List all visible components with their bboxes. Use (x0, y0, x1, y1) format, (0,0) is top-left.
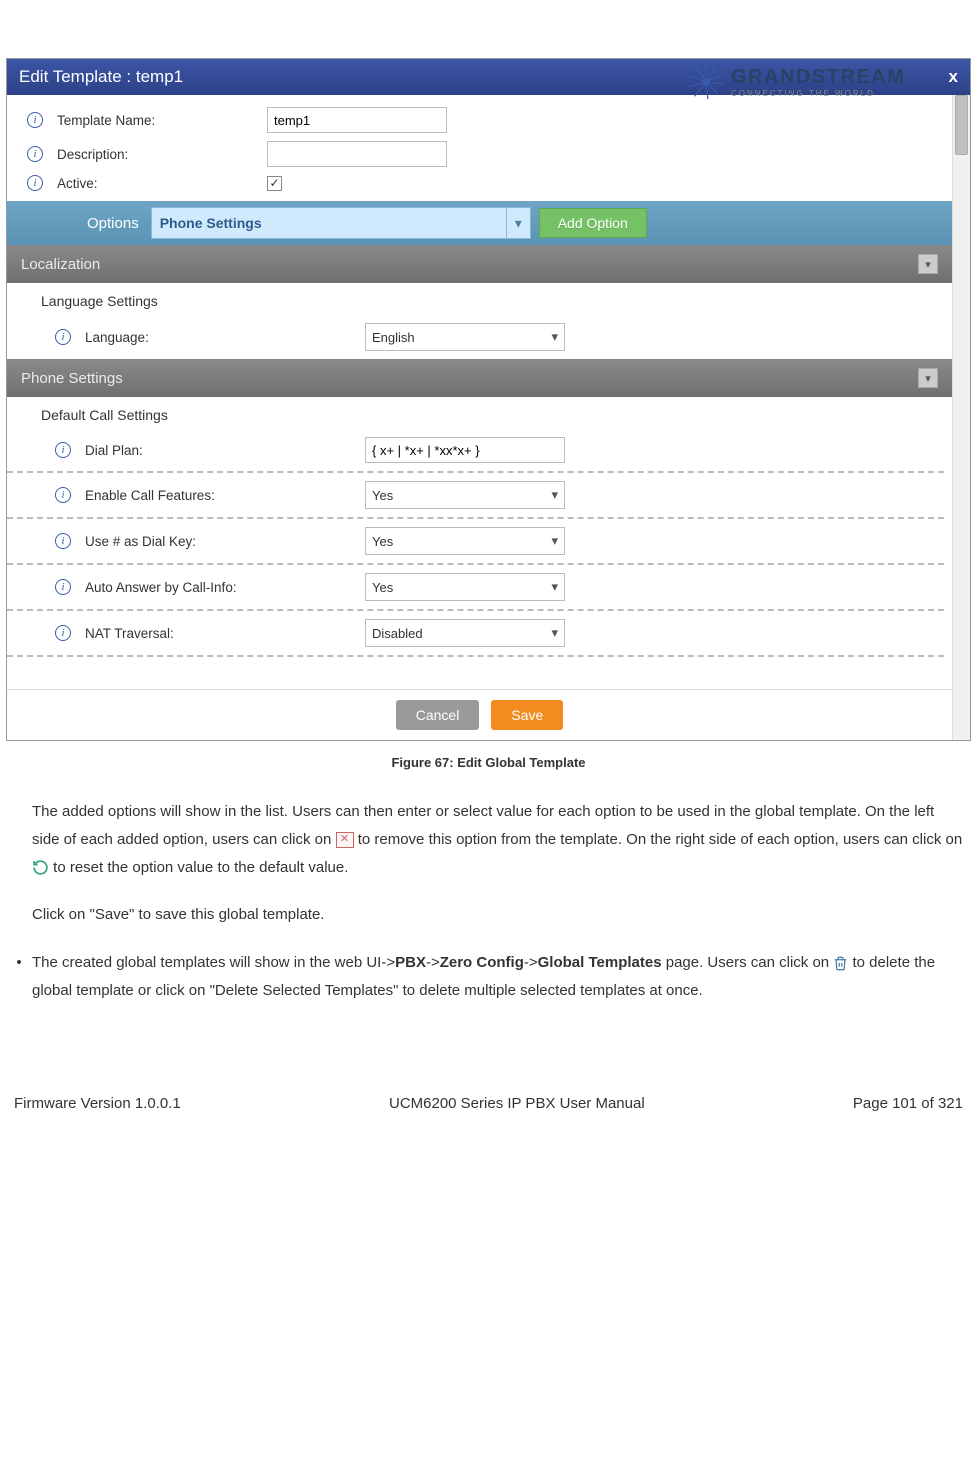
dial-plan-label: Dial Plan: (85, 443, 365, 458)
language-settings-subheader: Language Settings (7, 283, 952, 315)
auto-answer-select[interactable]: Yes ▾ (365, 573, 565, 601)
brand-name: GRANDSTREAM (731, 66, 905, 89)
trash-icon (833, 955, 848, 972)
info-icon[interactable]: i (55, 625, 71, 641)
dialog-footer: Cancel Save (7, 689, 952, 740)
template-name-input[interactable] (267, 107, 447, 133)
remove-option-icon: ✕ (336, 832, 354, 848)
brand-logo-mark (687, 63, 725, 101)
localization-section-header: Localization ▾ (7, 245, 952, 283)
enable-call-features-row: i Enable Call Features: Yes ▾ (7, 473, 944, 519)
info-icon[interactable]: i (55, 487, 71, 503)
localization-title: Localization (21, 256, 100, 273)
bullet-paragraph: • The created global templates will show… (0, 949, 977, 1005)
description-row: i Description: (7, 137, 952, 171)
save-button[interactable]: Save (491, 700, 563, 730)
dialog-title-text: Edit Template : temp1 (19, 67, 183, 87)
options-label: Options (87, 215, 139, 232)
cancel-button[interactable]: Cancel (396, 700, 480, 730)
info-icon[interactable]: i (27, 112, 43, 128)
auto-answer-label: Auto Answer by Call-Info: (85, 580, 365, 595)
info-icon[interactable]: i (55, 579, 71, 595)
collapse-toggle-icon[interactable]: ▾ (918, 254, 938, 274)
info-icon[interactable]: i (27, 146, 43, 162)
use-hash-dial-key-label: Use # as Dial Key: (85, 534, 365, 549)
chevron-down-icon: ▾ (506, 208, 530, 238)
page-footer: Firmware Version 1.0.0.1 UCM6200 Series … (0, 1095, 977, 1112)
chevron-down-icon: ▾ (544, 329, 558, 345)
description-label: Description: (57, 147, 267, 162)
options-bar: Options Phone Settings ▾ Add Option (7, 201, 952, 245)
language-label: Language: (85, 330, 365, 345)
reset-option-icon (32, 859, 49, 876)
dial-plan-input[interactable] (365, 437, 565, 463)
enable-call-features-select[interactable]: Yes ▾ (365, 481, 565, 509)
collapse-toggle-icon[interactable]: ▾ (918, 368, 938, 388)
dial-plan-row: i Dial Plan: (7, 429, 944, 473)
description-input[interactable] (267, 141, 447, 167)
vertical-scrollbar[interactable] (952, 95, 970, 740)
phone-settings-title: Phone Settings (21, 370, 123, 387)
default-call-settings-subheader: Default Call Settings (7, 397, 952, 429)
brand-logo: GRANDSTREAM CONNECTING THE WORLD (687, 58, 977, 106)
options-dropdown-value: Phone Settings (152, 215, 506, 231)
active-row: i Active: ✓ (7, 171, 952, 195)
chevron-down-icon: ▾ (544, 487, 558, 503)
footer-page-number: Page 101 of 321 (853, 1095, 963, 1112)
phone-settings-section-header: Phone Settings ▾ (7, 359, 952, 397)
brand-tagline: CONNECTING THE WORLD (731, 89, 905, 98)
add-option-button[interactable]: Add Option (539, 208, 647, 238)
figure-caption: Figure 67: Edit Global Template (0, 755, 977, 770)
edit-template-dialog: Edit Template : temp1 x i Template Name:… (6, 58, 971, 741)
use-hash-dial-key-row: i Use # as Dial Key: Yes ▾ (7, 519, 944, 565)
chevron-down-icon: ▾ (544, 625, 558, 641)
info-icon[interactable]: i (55, 533, 71, 549)
paragraph-2: Click on "Save" to save this global temp… (0, 901, 977, 929)
options-dropdown[interactable]: Phone Settings ▾ (151, 207, 531, 239)
nat-traversal-label: NAT Traversal: (85, 626, 365, 641)
language-select[interactable]: English ▾ (365, 323, 565, 351)
chevron-down-icon: ▾ (544, 579, 558, 595)
paragraph-1: The added options will show in the list.… (0, 798, 977, 881)
language-select-value: English (372, 330, 415, 345)
nat-traversal-row: i NAT Traversal: Disabled ▾ (7, 611, 944, 657)
language-row: i Language: English ▾ (7, 315, 952, 359)
info-icon[interactable]: i (27, 175, 43, 191)
scrollbar-thumb[interactable] (955, 95, 968, 155)
template-name-label: Template Name: (57, 113, 267, 128)
footer-firmware: Firmware Version 1.0.0.1 (14, 1095, 181, 1112)
chevron-down-icon: ▾ (544, 533, 558, 549)
info-icon[interactable]: i (55, 329, 71, 345)
info-icon[interactable]: i (55, 442, 71, 458)
enable-call-features-label: Enable Call Features: (85, 488, 365, 503)
footer-manual-title: UCM6200 Series IP PBX User Manual (389, 1095, 645, 1112)
active-label: Active: (57, 176, 267, 191)
use-hash-dial-key-select[interactable]: Yes ▾ (365, 527, 565, 555)
bullet-dot: • (6, 949, 32, 1005)
active-checkbox[interactable]: ✓ (267, 176, 282, 191)
template-name-row: i Template Name: (7, 103, 952, 137)
nat-traversal-select[interactable]: Disabled ▾ (365, 619, 565, 647)
auto-answer-row: i Auto Answer by Call-Info: Yes ▾ (7, 565, 944, 611)
